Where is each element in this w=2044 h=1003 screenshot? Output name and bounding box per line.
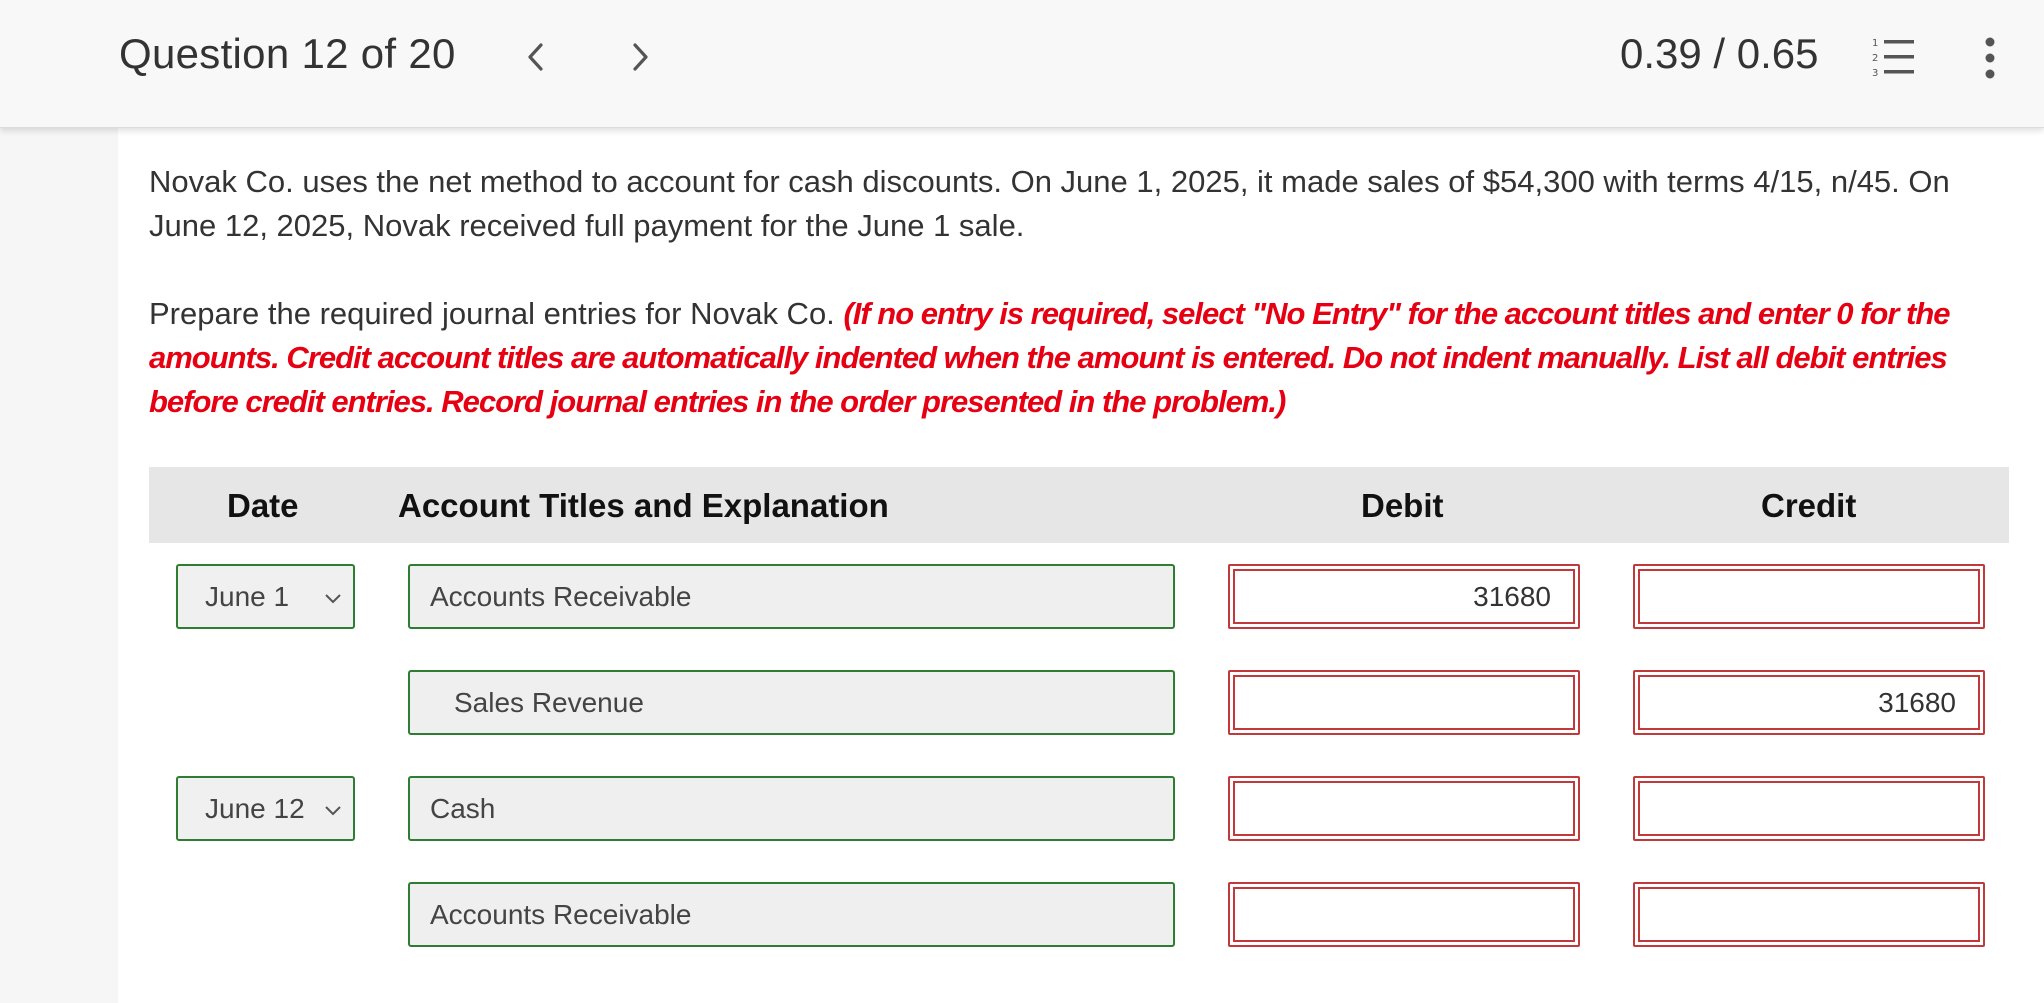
- credit-input[interactable]: 31680: [1633, 670, 1985, 735]
- account-title-field[interactable]: Accounts Receivable: [408, 882, 1175, 947]
- chevron-down-icon: [325, 594, 341, 604]
- numbered-list-icon: 1 2 3: [1872, 38, 1914, 79]
- account-title-field[interactable]: Sales Revenue: [408, 670, 1175, 735]
- more-vertical-icon: [1985, 37, 1995, 79]
- instructions-lead: Prepare the required journal entries for…: [149, 296, 835, 331]
- previous-question-button[interactable]: [516, 34, 556, 80]
- journal-table-header: Date Account Titles and Explanation Debi…: [149, 467, 2009, 543]
- credit-value: [1638, 781, 1980, 836]
- question-list-button[interactable]: 1 2 3: [1870, 34, 1918, 82]
- chevron-right-icon: [633, 43, 648, 71]
- svg-text:2: 2: [1872, 53, 1878, 64]
- date-select-value: June 1: [205, 580, 290, 612]
- header-credit: Credit: [1761, 487, 1857, 524]
- score-display: 0.39 / 0.65: [1620, 30, 1819, 77]
- svg-text:3: 3: [1872, 68, 1878, 79]
- question-counter: Question 12 of 20: [119, 30, 456, 77]
- date-select[interactable]: June 1: [176, 564, 355, 629]
- credit-input[interactable]: [1633, 882, 1985, 947]
- credit-value: 31680: [1638, 675, 1980, 730]
- debit-input[interactable]: [1228, 776, 1580, 841]
- credit-value: [1638, 569, 1980, 624]
- date-select[interactable]: June 12: [176, 776, 355, 841]
- instructions: Prepare the required journal entries for…: [149, 292, 2009, 424]
- account-title-field[interactable]: Accounts Receivable: [408, 564, 1175, 629]
- debit-value: [1233, 887, 1575, 942]
- question-header: Question 12 of 20 0.39 / 0.65 1 2 3: [0, 0, 2044, 128]
- header-account: Account Titles and Explanation: [398, 487, 889, 524]
- debit-value: [1233, 675, 1575, 730]
- more-options-button[interactable]: [1972, 34, 2008, 82]
- debit-input[interactable]: [1228, 670, 1580, 735]
- debit-value: [1233, 781, 1575, 836]
- next-question-button[interactable]: [620, 34, 660, 80]
- header-debit: Debit: [1361, 487, 1444, 524]
- credit-value: [1638, 887, 1980, 942]
- debit-value: 31680: [1233, 569, 1575, 624]
- account-title-field[interactable]: Cash: [408, 776, 1175, 841]
- debit-input[interactable]: [1228, 882, 1580, 947]
- header-date: Date: [227, 487, 299, 524]
- problem-statement: Novak Co. uses the net method to account…: [149, 164, 1950, 243]
- svg-text:1: 1: [1872, 38, 1878, 49]
- debit-input[interactable]: 31680: [1228, 564, 1580, 629]
- chevron-left-icon: [528, 43, 543, 71]
- chevron-down-icon: [325, 806, 341, 816]
- credit-input[interactable]: [1633, 776, 1985, 841]
- credit-input[interactable]: [1633, 564, 1985, 629]
- date-select-value: June 12: [205, 792, 305, 824]
